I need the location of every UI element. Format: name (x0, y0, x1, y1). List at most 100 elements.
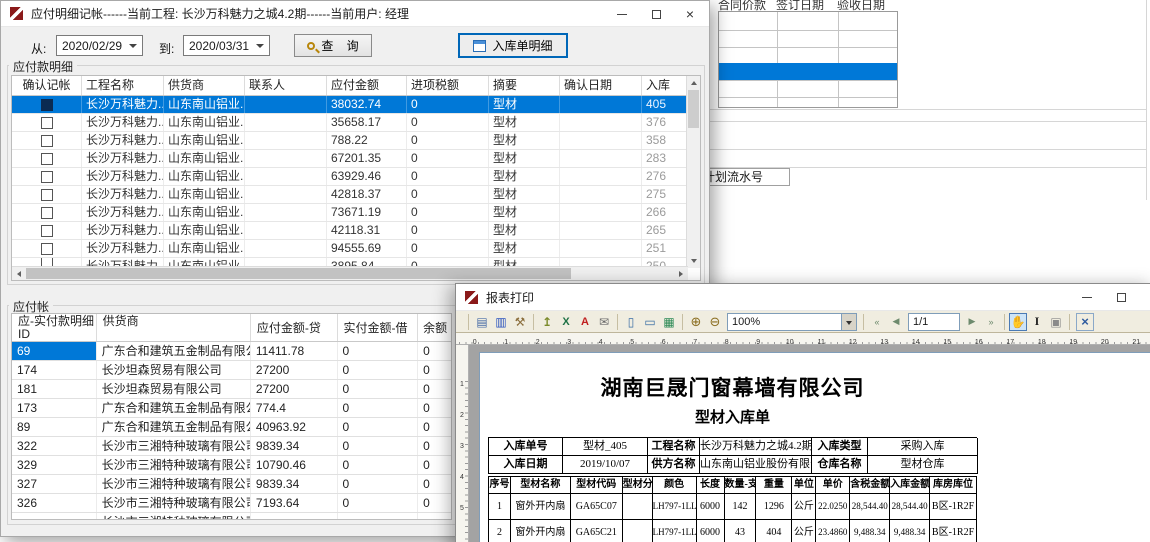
cell-detail-id[interactable]: 174 (12, 361, 97, 379)
table-row[interactable]: 长沙万科魅力... 山东南山铝业... 67201.35 0 型材 283 (12, 150, 700, 168)
table-row[interactable]: 长沙万科魅力... 山东南山铝业... 94555.69 0 型材 251 (12, 240, 700, 258)
inbound-detail-button[interactable]: 入库单明细 (458, 33, 568, 58)
scroll-right-icon[interactable] (679, 271, 683, 277)
table-row[interactable]: 329 长沙市三湘特种玻璃有限公司 10790.46 0 0 (12, 456, 451, 475)
print-icon[interactable]: ▤ (473, 313, 491, 331)
page-width-icon[interactable]: ▭ (641, 313, 659, 331)
scrollbar-thumb[interactable] (688, 90, 699, 128)
table-row[interactable]: 长沙万科魅力... 山东南山铝业... 35658.17 0 型材 376 (12, 114, 700, 132)
scroll-up-icon[interactable] (691, 81, 697, 85)
table-row[interactable]: 长沙万科魅力... 山东南山铝业... 73671.19 0 型材 266 (12, 204, 700, 222)
cell-detail-id[interactable]: 322 (12, 437, 97, 455)
chevron-down-icon[interactable] (841, 314, 856, 330)
text-select-icon[interactable]: I (1028, 313, 1046, 331)
cell-detail-id[interactable]: 69 (12, 342, 97, 360)
confirm-checkbox[interactable] (41, 99, 53, 111)
hand-tool-icon[interactable]: ✋ (1009, 313, 1027, 331)
column-header[interactable]: 供货商 (97, 314, 251, 341)
table-row[interactable]: 322 长沙市三湘特种玻璃有限公司 9839.34 0 0 (12, 437, 451, 456)
cell-detail-id[interactable]: 327 (12, 475, 97, 493)
next-page-icon[interactable]: ▶ (963, 313, 981, 331)
query-button[interactable]: 查 询 (294, 34, 372, 57)
table-row[interactable]: 174 长沙坦森贸易有限公司 27200 0 0 (12, 361, 451, 380)
maximize-button[interactable] (639, 1, 673, 27)
cell-detail-id[interactable] (12, 513, 97, 520)
from-date-select[interactable]: 2020/02/29 (56, 35, 143, 56)
minimize-button[interactable] (1070, 284, 1104, 310)
table-row[interactable]: 长沙万科魅力... 山东南山铝业... 42818.37 0 型材 275 (12, 186, 700, 204)
zoom-out-icon[interactable]: ⊖ (706, 313, 724, 331)
email-icon[interactable]: ✉ (595, 313, 613, 331)
zoom-select[interactable]: 100% (727, 313, 857, 331)
column-header[interactable]: 进项税额 (407, 76, 489, 95)
cell-amount: 42118.31 (327, 222, 407, 239)
close-preview-icon[interactable]: × (1076, 313, 1094, 331)
table-row[interactable]: 长沙万科魅力... 山东南山铝业... 38032.74 0 型材 405 (12, 96, 700, 114)
minimize-button[interactable] (605, 1, 639, 27)
confirm-checkbox[interactable] (41, 171, 53, 183)
title-bar[interactable]: 报表打印 (456, 284, 1150, 311)
scroll-left-icon[interactable] (17, 271, 21, 277)
table-row[interactable]: 长沙万科魅力... 山东南山铝业... 63929.46 0 型材 276 (12, 168, 700, 186)
tools-icon[interactable]: ⚒ (511, 313, 529, 331)
title-bar[interactable]: 应付明细记帐------当前工程: 长沙万科魅力之城4.2期------当前用户… (1, 1, 709, 27)
confirm-checkbox[interactable] (41, 189, 53, 201)
pdf-export-icon[interactable]: A (576, 313, 594, 331)
column-header[interactable]: 余额 (418, 314, 451, 341)
column-header[interactable]: 确认记帐 (12, 76, 82, 95)
table-row[interactable]: 181 长沙坦森贸易有限公司 27200 0 0 (12, 380, 451, 399)
table-row[interactable]: 69 广东合和建筑五金制品有限公司 11411.78 0 0 (12, 342, 451, 361)
close-button[interactable]: × (1138, 284, 1150, 310)
confirm-checkbox[interactable] (41, 207, 53, 219)
confirm-checkbox[interactable] (41, 225, 53, 237)
book-icon[interactable]: ▥ (492, 313, 510, 331)
column-header[interactable]: 实付金额-借 (338, 314, 419, 341)
cell-detail-id[interactable]: 89 (12, 418, 97, 436)
cell-detail-id[interactable]: 181 (12, 380, 97, 398)
confirm-checkbox[interactable] (41, 153, 53, 165)
vertical-scrollbar[interactable] (686, 76, 700, 268)
cell-detail-id[interactable]: 173 (12, 399, 97, 417)
page-number-input[interactable]: 1/1 (908, 313, 960, 331)
cell-detail-id[interactable]: 326 (12, 494, 97, 512)
zoom-in-icon[interactable]: ⊕ (687, 313, 705, 331)
last-page-icon[interactable]: » (982, 313, 1000, 331)
selected-row-highlight[interactable] (719, 63, 897, 80)
horizontal-scrollbar[interactable] (12, 266, 688, 280)
column-header[interactable]: 摘要 (489, 76, 560, 95)
excel-export-icon[interactable]: X (557, 313, 575, 331)
maximize-button[interactable] (1104, 284, 1138, 310)
confirm-checkbox[interactable] (41, 117, 53, 129)
first-page-icon[interactable]: « (868, 313, 886, 331)
cell-detail-id[interactable]: 329 (12, 456, 97, 474)
table-row[interactable]: 173 广东合和建筑五金制品有限公司 774.4 0 0 (12, 399, 451, 418)
column-header[interactable]: 应付金额 (327, 76, 407, 95)
prev-page-icon[interactable]: ◀ (887, 313, 905, 331)
table-row[interactable]: 长沙万科魅力... 山东南山铝业... 788.22 0 型材 358 (12, 132, 700, 150)
column-header[interactable]: 入库 (642, 76, 688, 95)
close-button[interactable]: × (673, 1, 707, 27)
column-header[interactable]: 确认日期 (560, 76, 642, 95)
scrollbar-thumb[interactable] (26, 268, 571, 279)
window-title: 报表打印 (486, 289, 534, 306)
table-row[interactable]: 327 长沙市三湘特种玻璃有限公司 9839.34 0 0 (12, 475, 451, 494)
table-row[interactable]: 长沙市三湘特种玻璃有限公司 (12, 513, 451, 520)
table-row[interactable]: 326 长沙市三湘特种玻璃有限公司 7193.64 0 0 (12, 494, 451, 513)
multi-page-icon[interactable]: ▦ (660, 313, 678, 331)
confirm-checkbox[interactable] (41, 135, 53, 147)
confirm-checkbox[interactable] (41, 243, 53, 255)
export-icon[interactable]: ↥ (538, 313, 556, 331)
column-header[interactable]: 工程名称 (82, 76, 164, 95)
column-header[interactable]: 联系人 (245, 76, 327, 95)
column-header[interactable]: 供货商 (164, 76, 245, 95)
preview-area[interactable]: 12345 湖南巨晟门窗幕墙有限公司 型材入库单 入库单号 型材_405 工程名… (456, 345, 1150, 542)
column-header[interactable]: 应-实付款明细ID (12, 314, 97, 341)
table-row[interactable]: 89 广东合和建筑五金制品有限公司 40963.92 0 0 (12, 418, 451, 437)
column-header[interactable]: 应付金额-贷 (251, 314, 338, 341)
copy-icon[interactable]: ▣ (1047, 313, 1065, 331)
toolbar-partial-icon[interactable]: ▌ (455, 313, 464, 331)
scroll-down-icon[interactable] (691, 259, 697, 263)
table-row[interactable]: 长沙万科魅力... 山东南山铝业... 42118.31 0 型材 265 (12, 222, 700, 240)
to-date-select[interactable]: 2020/03/31 (183, 35, 270, 56)
page-actual-size-icon[interactable]: ▯ (622, 313, 640, 331)
